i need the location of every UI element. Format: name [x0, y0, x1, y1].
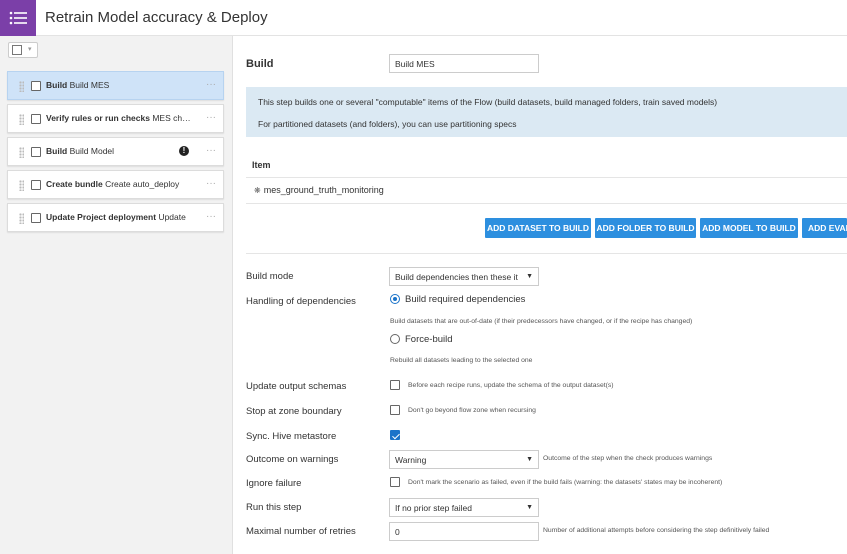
drag-handle-icon[interactable] — [19, 147, 24, 158]
top-bar: Retrain Model accuracy & Deploy — [0, 0, 847, 36]
more-options-icon[interactable]: ··· — [206, 145, 216, 156]
stop-zone-checkbox[interactable] — [390, 405, 400, 415]
caret-down-icon: ▼ — [526, 504, 533, 511]
build-mode-label: Build mode — [246, 271, 294, 282]
step-label: Create bundle Create auto_deploy — [46, 179, 180, 189]
caret-down-icon: ▼ — [526, 273, 533, 280]
step-checkbox[interactable] — [31, 180, 41, 190]
outcome-warnings-select[interactable]: Warning ▼ — [389, 450, 539, 469]
run-step-label: Run this step — [246, 502, 302, 513]
drag-handle-icon[interactable] — [19, 114, 24, 125]
ignore-failure-hint: Don't mark the scenario as failed, even … — [408, 479, 723, 486]
info-box: This step builds one or several "computa… — [246, 87, 847, 137]
add-model-button[interactable]: ADD MODEL TO BUILD — [700, 218, 798, 238]
item-row[interactable]: ❋ mes_ground_truth_monitoring — [254, 185, 384, 195]
chevron-down-icon: ▾ — [28, 46, 32, 53]
stop-zone-hint: Don't go beyond flow zone when recursing — [408, 407, 536, 414]
info-text: This step builds one or several "computa… — [258, 97, 718, 107]
step-editor: Build Build MES This step builds one or … — [234, 36, 847, 554]
step-label: Build Build Model — [46, 146, 115, 156]
update-schemas-hint: Before each recipe runs, update the sche… — [408, 382, 614, 389]
step-label: Build Build MES — [46, 80, 110, 90]
step-item-mes-check[interactable]: Verify rules or run checks MES check ··· — [7, 104, 224, 133]
outcome-warnings-hint: Outcome of the step when the check produ… — [543, 455, 713, 462]
warning-icon: ! — [179, 146, 189, 156]
step-item-update-deployment[interactable]: Update Project deployment Update ··· — [7, 203, 224, 232]
build-required-hint: Build datasets that are out-of-date (if … — [390, 318, 693, 325]
more-options-icon[interactable]: ··· — [206, 79, 216, 90]
build-required-radio[interactable] — [390, 294, 400, 304]
steps-sidebar: ▾ Build Build MES ··· Verify rules or ru… — [0, 36, 233, 554]
stop-zone-label: Stop at zone boundary — [246, 406, 342, 417]
caret-down-icon: ▼ — [526, 456, 533, 463]
force-build-label: Force-build — [405, 334, 453, 345]
info-text: For partitioned datasets (and folders), … — [258, 119, 517, 129]
step-checkbox[interactable] — [31, 147, 41, 157]
item-column-header: Item — [252, 160, 271, 170]
step-checkbox[interactable] — [31, 81, 41, 91]
item-name: mes_ground_truth_monitoring — [263, 185, 384, 195]
add-dataset-button[interactable]: ADD DATASET TO BUILD — [485, 218, 591, 238]
divider — [246, 253, 847, 254]
drag-handle-icon[interactable] — [19, 81, 24, 92]
drag-handle-icon[interactable] — [19, 180, 24, 191]
add-folder-button[interactable]: ADD FOLDER TO BUILD — [595, 218, 696, 238]
ignore-failure-label: Ignore failure — [246, 478, 302, 489]
build-required-label: Build required dependencies — [405, 294, 526, 305]
hive-sync-label: Sync. Hive metastore — [246, 431, 337, 442]
update-schemas-checkbox[interactable] — [390, 380, 400, 390]
dataset-icon: ❋ — [254, 186, 261, 195]
step-checkbox[interactable] — [31, 213, 41, 223]
step-item-build-mes[interactable]: Build Build MES ··· — [7, 71, 224, 100]
divider — [246, 177, 847, 178]
force-build-hint: Rebuild all datasets leading to the sele… — [390, 357, 533, 364]
more-options-icon[interactable]: ··· — [206, 211, 216, 222]
step-item-build-model[interactable]: Build Build Model ! ··· — [7, 137, 224, 166]
step-checkbox[interactable] — [31, 114, 41, 124]
select-all-dropdown[interactable]: ▾ — [8, 42, 38, 58]
list-menu-icon[interactable] — [0, 0, 36, 36]
dependencies-label: Handling of dependencies — [246, 296, 356, 307]
divider — [246, 203, 847, 204]
more-options-icon[interactable]: ··· — [206, 178, 216, 189]
outcome-warnings-label: Outcome on warnings — [246, 454, 339, 465]
add-eval-button[interactable]: ADD EVAL — [802, 218, 847, 238]
max-retries-input[interactable]: 0 — [389, 522, 539, 541]
step-label: Update Project deployment Update — [46, 212, 186, 222]
page-title: Retrain Model accuracy & Deploy — [45, 9, 268, 26]
step-label: Verify rules or run checks MES check — [46, 113, 191, 123]
max-retries-label: Maximal number of retries — [246, 526, 356, 537]
select-all-checkbox[interactable] — [12, 45, 22, 55]
update-schemas-label: Update output schemas — [246, 381, 347, 392]
drag-handle-icon[interactable] — [19, 213, 24, 224]
more-options-icon[interactable]: ··· — [206, 112, 216, 123]
step-item-create-bundle[interactable]: Create bundle Create auto_deploy ··· — [7, 170, 224, 199]
ignore-failure-checkbox[interactable] — [390, 477, 400, 487]
hive-sync-checkbox[interactable] — [390, 430, 400, 440]
max-retries-hint: Number of additional attempts before con… — [543, 527, 770, 534]
build-mode-select[interactable]: Build dependencies then these it ▼ — [389, 267, 539, 286]
run-step-select[interactable]: If no prior step failed ▼ — [389, 498, 539, 517]
step-name-input[interactable]: Build MES — [389, 54, 539, 73]
section-title: Build — [246, 58, 274, 70]
force-build-radio[interactable] — [390, 334, 400, 344]
